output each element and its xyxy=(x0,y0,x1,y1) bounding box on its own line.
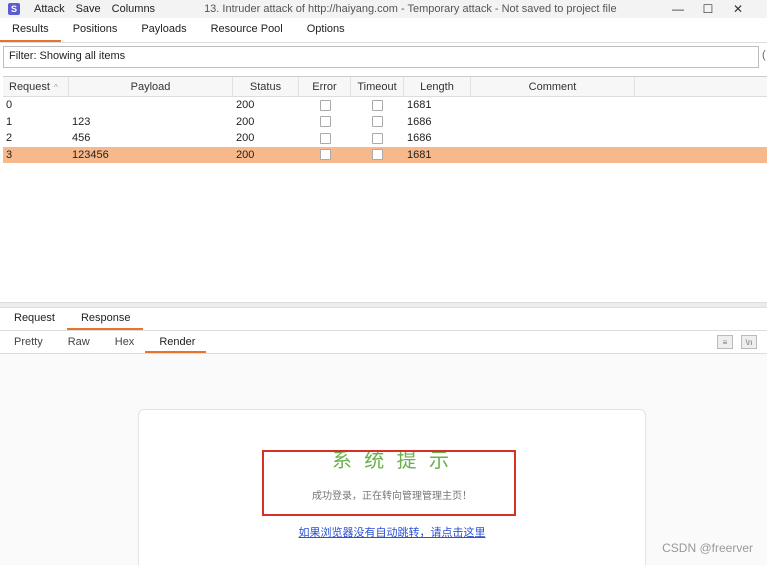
timeout-checkbox[interactable] xyxy=(372,132,383,144)
minimize-button[interactable]: — xyxy=(663,2,693,16)
cell-timeout xyxy=(351,130,404,147)
cell-request: 0 xyxy=(6,99,13,112)
cell-status: 200 xyxy=(236,99,255,112)
view-tabs: Pretty Raw Hex Render xyxy=(0,333,207,353)
cell-comment xyxy=(471,114,635,131)
cell-error xyxy=(299,97,351,114)
error-checkbox[interactable] xyxy=(319,149,331,161)
error-checkbox[interactable] xyxy=(319,116,331,128)
column-header-timeout[interactable]: Timeout xyxy=(351,77,404,97)
cell-comment xyxy=(471,130,635,147)
tabs-divider xyxy=(0,42,767,43)
column-header-request[interactable]: Request ^ xyxy=(3,77,69,97)
tab-options[interactable]: Options xyxy=(295,20,357,42)
window-controls: — ☐ ✕ xyxy=(663,0,753,18)
cell-length: 1686 xyxy=(407,132,432,145)
menu-columns[interactable]: Columns xyxy=(112,3,155,15)
cell-length: 1681 xyxy=(407,148,432,161)
burp-app-icon: S xyxy=(8,3,20,15)
cell-error xyxy=(299,130,351,147)
cell-payload xyxy=(69,97,233,114)
table-row[interactable]: 0 200 1681 xyxy=(3,97,767,114)
tab-render[interactable]: Render xyxy=(145,333,207,353)
close-button[interactable]: ✕ xyxy=(723,2,753,16)
message-tabs: Request Response xyxy=(0,310,143,330)
cell-status: 200 xyxy=(236,148,255,161)
results-table: Request ^ Payload Status Error Timeout Le… xyxy=(3,76,767,302)
cell-length: 1686 xyxy=(407,115,432,128)
title-bar: S Attack Save Columns 13. Intruder attac… xyxy=(0,0,767,18)
column-header-payload[interactable]: Payload xyxy=(69,77,233,97)
cell-payload: 456 xyxy=(72,132,91,145)
cell-request: 1 xyxy=(6,115,13,128)
cell-status: 200 xyxy=(236,115,255,128)
table-row-selected[interactable]: 3 123456 200 1681 xyxy=(3,146,767,164)
filter-bar[interactable]: Filter: Showing all items xyxy=(3,46,759,68)
tab-raw[interactable]: Raw xyxy=(54,333,101,353)
timeout-checkbox[interactable] xyxy=(372,149,383,161)
redirect-link[interactable]: 如果浏览器没有自动跳转，请点击这里 xyxy=(139,524,645,540)
pane-splitter[interactable] xyxy=(0,302,767,308)
cell-error xyxy=(299,147,351,164)
wrap-lines-icon[interactable]: ≡ xyxy=(717,335,733,349)
cell-status: 200 xyxy=(236,132,255,145)
column-header-comment[interactable]: Comment xyxy=(471,77,635,97)
table-row[interactable]: 1 123 200 1686 xyxy=(3,114,767,131)
tab-response[interactable]: Response xyxy=(66,310,143,330)
main-tabs: Results Positions Payloads Resource Pool… xyxy=(0,20,357,42)
message-tabs-divider xyxy=(0,330,767,331)
cell-comment xyxy=(471,147,635,164)
cell-request: 2 xyxy=(6,132,13,145)
tab-pretty[interactable]: Pretty xyxy=(0,333,54,353)
cell-error xyxy=(299,114,351,131)
highlight-box xyxy=(262,450,516,516)
column-header-error[interactable]: Error xyxy=(299,77,351,97)
tab-results[interactable]: Results xyxy=(0,20,61,42)
cell-request: 3 xyxy=(6,148,13,161)
menu-save[interactable]: Save xyxy=(76,3,101,15)
cell-comment xyxy=(471,97,635,114)
filter-edge-glyph: ( xyxy=(762,49,766,61)
maximize-button[interactable]: ☐ xyxy=(693,2,723,16)
system-notice-card: 系 统 提 示 成功登录，正在转向管理管理主页！ 如果浏览器没有自动跳转，请点击… xyxy=(138,409,646,565)
tab-positions[interactable]: Positions xyxy=(61,20,130,42)
timeout-checkbox[interactable] xyxy=(372,116,383,128)
error-checkbox[interactable] xyxy=(319,99,331,111)
cell-payload: 123456 xyxy=(72,148,109,161)
tab-payloads[interactable]: Payloads xyxy=(129,20,198,42)
tab-hex[interactable]: Hex xyxy=(101,333,146,353)
menu-bar: Attack Save Columns xyxy=(34,3,166,15)
watermark: CSDN @freerver xyxy=(662,541,753,555)
column-header-length[interactable]: Length xyxy=(404,77,471,97)
timeout-checkbox[interactable] xyxy=(372,99,383,111)
window-title: 13. Intruder attack of http://haiyang.co… xyxy=(204,3,617,15)
cell-length: 1681 xyxy=(407,99,432,112)
render-view: 系 统 提 示 成功登录，正在转向管理管理主页！ 如果浏览器没有自动跳转，请点击… xyxy=(0,354,767,565)
table-header: Request ^ Payload Status Error Timeout Le… xyxy=(3,77,767,97)
cell-timeout xyxy=(351,114,404,131)
menu-attack[interactable]: Attack xyxy=(34,3,65,15)
cell-timeout xyxy=(351,147,404,164)
view-options: ≡ \n xyxy=(709,335,757,349)
column-header-status[interactable]: Status xyxy=(233,77,299,97)
cell-payload: 123 xyxy=(72,115,91,128)
error-checkbox[interactable] xyxy=(319,132,331,144)
show-newlines-icon[interactable]: \n xyxy=(741,335,757,349)
tab-request[interactable]: Request xyxy=(0,310,67,330)
sort-ascending-icon: ^ xyxy=(53,82,58,92)
table-row[interactable]: 2 456 200 1686 xyxy=(3,130,767,147)
cell-timeout xyxy=(351,97,404,114)
tab-resource-pool[interactable]: Resource Pool xyxy=(199,20,295,42)
